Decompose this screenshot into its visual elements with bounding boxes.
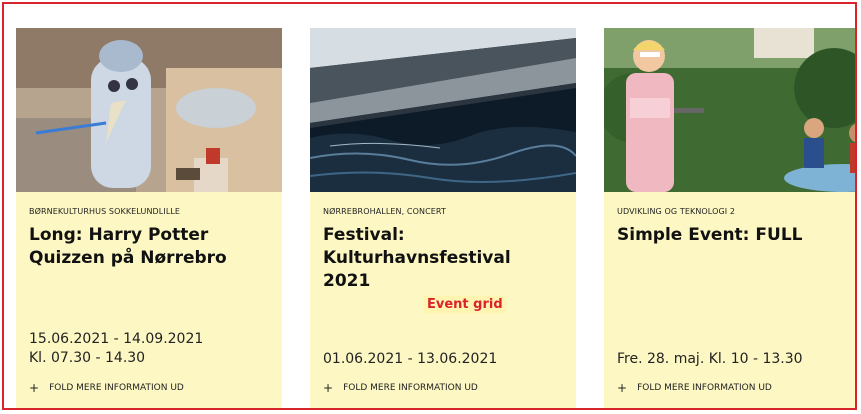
event-dates: 01.06.2021 - 13.06.2021 xyxy=(323,350,497,369)
event-date-range: 15.06.2021 - 14.09.2021 xyxy=(29,331,204,347)
event-grid: BØRNEKULTURHUS SOKKELUNDLILLE Long: Harr… xyxy=(2,2,857,410)
expand-info-button[interactable]: + FOLD MERE INFORMATION UD xyxy=(29,380,184,395)
event-category: BØRNEKULTURHUS SOKKELUNDLILLE xyxy=(29,207,181,216)
event-category: NØRREBROHALLEN, CONCERT xyxy=(323,207,446,216)
event-image[interactable] xyxy=(16,28,282,192)
plus-icon: + xyxy=(29,380,40,395)
event-image[interactable] xyxy=(310,28,576,192)
event-date-time: Fre. 28. maj. Kl. 10 - 13.30 xyxy=(617,351,803,367)
event-title[interactable]: Simple Event: FULL xyxy=(617,224,855,247)
expand-info-label: FOLD MERE INFORMATION UD xyxy=(49,383,184,393)
event-category: UDVIKLING OG TEKNOLOGI 2 xyxy=(617,207,736,216)
event-grid-label: Event grid xyxy=(424,296,506,313)
event-dates: 15.06.2021 - 14.09.2021 Kl. 07.30 - 14.3… xyxy=(29,330,203,368)
expand-info-label: FOLD MERE INFORMATION UD xyxy=(343,383,478,393)
plus-icon: + xyxy=(617,380,628,395)
event-card[interactable]: NØRREBROHALLEN, CONCERT Festival: Kultur… xyxy=(310,28,576,408)
event-card[interactable]: BØRNEKULTURHUS SOKKELUNDLILLE Long: Harr… xyxy=(16,28,282,408)
plus-icon: + xyxy=(323,380,334,395)
event-dates: Fre. 28. maj. Kl. 10 - 13.30 xyxy=(617,350,803,369)
expand-info-label: FOLD MERE INFORMATION UD xyxy=(637,383,772,393)
expand-info-button[interactable]: + FOLD MERE INFORMATION UD xyxy=(617,380,772,395)
event-time: Kl. 07.30 - 14.30 xyxy=(29,350,146,366)
event-card[interactable]: UDVIKLING OG TEKNOLOGI 2 Simple Event: F… xyxy=(604,28,855,408)
event-date-range: 01.06.2021 - 13.06.2021 xyxy=(323,351,498,367)
expand-info-button[interactable]: + FOLD MERE INFORMATION UD xyxy=(323,380,478,395)
event-title[interactable]: Festival: Kulturhavnsfestival 2021 xyxy=(323,224,563,293)
event-title[interactable]: Long: Harry Potter Quizzen på Nørrebro xyxy=(29,224,269,270)
event-image[interactable] xyxy=(604,28,855,192)
